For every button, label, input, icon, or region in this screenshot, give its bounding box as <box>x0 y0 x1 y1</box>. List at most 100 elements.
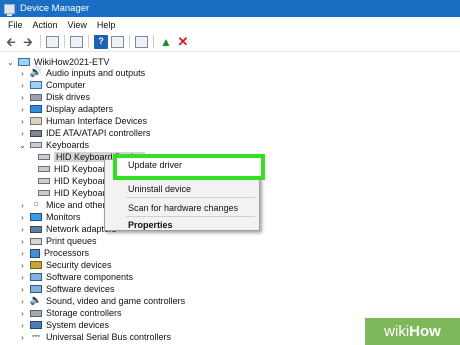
computer-icon <box>30 81 42 89</box>
mouse-icon: ○ <box>32 199 40 210</box>
chevron-right-icon[interactable]: › <box>18 285 27 294</box>
tree-category-software-devices[interactable]: › Software devices <box>18 283 114 295</box>
menu-action[interactable]: Action <box>28 20 63 30</box>
tree-category-monitors[interactable]: › Monitors <box>18 211 81 223</box>
tree-category-label: Security devices <box>46 260 112 270</box>
software-component-icon <box>30 273 42 281</box>
tree-category-label: Storage controllers <box>46 308 122 318</box>
scan-hardware-icon[interactable] <box>135 35 148 48</box>
toolbar-separator <box>153 35 154 48</box>
menu-item-scan-hardware[interactable]: Scan for hardware changes <box>105 201 259 214</box>
storage-controller-icon <box>30 309 42 317</box>
chevron-right-icon[interactable]: › <box>18 261 27 270</box>
tree-category-disk-drives[interactable]: › Disk drives <box>18 91 90 103</box>
menu-bar: File Action View Help <box>0 17 460 32</box>
tree-category-network[interactable]: › Network adapters <box>18 223 116 235</box>
keyboard-icon <box>38 154 50 160</box>
tree-category-security[interactable]: › Security devices <box>18 259 112 271</box>
keyboard-icon <box>38 166 50 172</box>
menu-view[interactable]: View <box>63 20 92 30</box>
chevron-right-icon[interactable]: › <box>18 105 27 114</box>
monitor-icon <box>30 213 42 221</box>
ide-controller-icon <box>30 129 42 137</box>
security-device-icon <box>30 261 42 269</box>
tree-category-label: Display adapters <box>46 104 114 114</box>
update-driver-icon[interactable]: ▲ <box>159 35 173 49</box>
tree-category-storage[interactable]: › Storage controllers <box>18 307 122 319</box>
chevron-right-icon[interactable]: › <box>18 309 27 318</box>
system-device-icon <box>30 321 42 329</box>
tree-category-hid[interactable]: › Human Interface Devices <box>18 115 147 127</box>
tree-category-label: System devices <box>46 320 110 330</box>
chevron-right-icon[interactable]: › <box>18 225 27 234</box>
tree-category-label: Print queues <box>46 236 97 246</box>
forward-arrow-icon[interactable]: 🡲 <box>21 35 35 49</box>
tree-category-display-adapters[interactable]: › Display adapters <box>18 103 113 115</box>
tree-category-label: Human Interface Devices <box>46 116 148 126</box>
tree-category-processors[interactable]: › Processors <box>18 247 89 259</box>
tree-category-label: IDE ATA/ATAPI controllers <box>46 128 151 138</box>
chevron-right-icon[interactable]: › <box>18 273 27 282</box>
tree-category-label: Software components <box>46 272 134 282</box>
processor-icon <box>30 248 40 258</box>
tree-category-print-queues[interactable]: › Print queues <box>18 235 97 247</box>
tree-category-usb[interactable]: › ⎓ Universal Serial Bus controllers <box>18 331 171 343</box>
chevron-right-icon[interactable]: › <box>18 81 27 90</box>
printer-icon <box>30 237 42 245</box>
uninstall-device-icon[interactable]: ✕ <box>176 35 190 49</box>
chevron-right-icon[interactable]: › <box>18 201 27 210</box>
tree-category-system[interactable]: › System devices <box>18 319 109 331</box>
usb-icon: ⎓ <box>32 331 40 342</box>
chevron-right-icon[interactable]: › <box>18 213 27 222</box>
chevron-right-icon[interactable]: › <box>18 249 27 258</box>
menu-item-update-driver[interactable]: Update driver <box>128 160 182 170</box>
chevron-right-icon[interactable]: › <box>18 129 27 138</box>
software-device-icon <box>30 285 42 293</box>
chevron-right-icon[interactable]: › <box>18 237 27 246</box>
properties-icon[interactable] <box>70 35 83 48</box>
chevron-right-icon[interactable]: › <box>18 117 27 126</box>
keyboard-icon <box>38 178 50 184</box>
title-bar: Device Manager <box>0 0 460 17</box>
tree-category-label: Computer <box>46 80 86 90</box>
tree-category-keyboards[interactable]: ⌄ Keyboards <box>18 139 89 151</box>
tree-category-label: Keyboards <box>46 140 90 150</box>
chevron-right-icon[interactable]: › <box>18 333 27 342</box>
show-hide-console-tree-icon[interactable] <box>46 35 59 48</box>
tree-category-sound[interactable]: › 🔈 Sound, video and game controllers <box>18 295 185 307</box>
menu-separator <box>126 197 255 198</box>
chevron-right-icon[interactable]: › <box>18 93 27 102</box>
tree-category-label: Disk drives <box>46 92 91 102</box>
tree-category-ide[interactable]: › IDE ATA/ATAPI controllers <box>18 127 150 139</box>
chevron-down-icon[interactable]: ⌄ <box>18 141 27 150</box>
disk-drive-icon <box>30 93 42 101</box>
keyboard-icon <box>30 142 42 148</box>
watermark-part-wiki: wiki <box>384 323 410 340</box>
menu-item-uninstall-device[interactable]: Uninstall device <box>105 182 259 195</box>
help-icon[interactable]: ? <box>94 34 108 49</box>
tree-category-audio[interactable]: › 🔊 Audio inputs and outputs <box>18 67 145 79</box>
menu-file[interactable]: File <box>3 20 28 30</box>
window-title: Device Manager <box>20 3 90 14</box>
tree-category-software-components[interactable]: › Software components <box>18 271 133 283</box>
tree-category-label: Universal Serial Bus controllers <box>46 332 172 342</box>
menu-item-properties[interactable]: Properties <box>105 219 259 231</box>
wikihow-watermark: wiki How <box>365 318 460 345</box>
display-adapter-icon <box>30 105 42 113</box>
watermark-part-how: How <box>409 323 441 340</box>
keyboard-icon <box>38 190 50 196</box>
chevron-right-icon[interactable]: › <box>18 69 27 78</box>
chevron-right-icon[interactable]: › <box>18 297 27 306</box>
sound-icon: 🔈 <box>29 295 43 306</box>
chevron-down-icon[interactable]: ⌄ <box>6 58 15 67</box>
tree-category-computer[interactable]: › Computer <box>18 79 86 91</box>
toolbar-separator <box>64 35 65 48</box>
action-pane-icon[interactable] <box>111 35 124 48</box>
chevron-right-icon[interactable]: › <box>18 321 27 330</box>
tree-category-label: Monitors <box>46 212 81 222</box>
menu-help[interactable]: Help <box>92 20 121 30</box>
back-arrow-icon[interactable]: 🡰 <box>4 35 18 49</box>
tree-category-label: Sound, video and game controllers <box>46 296 186 306</box>
tree-root-label: WikiHow2021-ETV <box>34 57 110 67</box>
toolbar-separator <box>88 35 89 48</box>
